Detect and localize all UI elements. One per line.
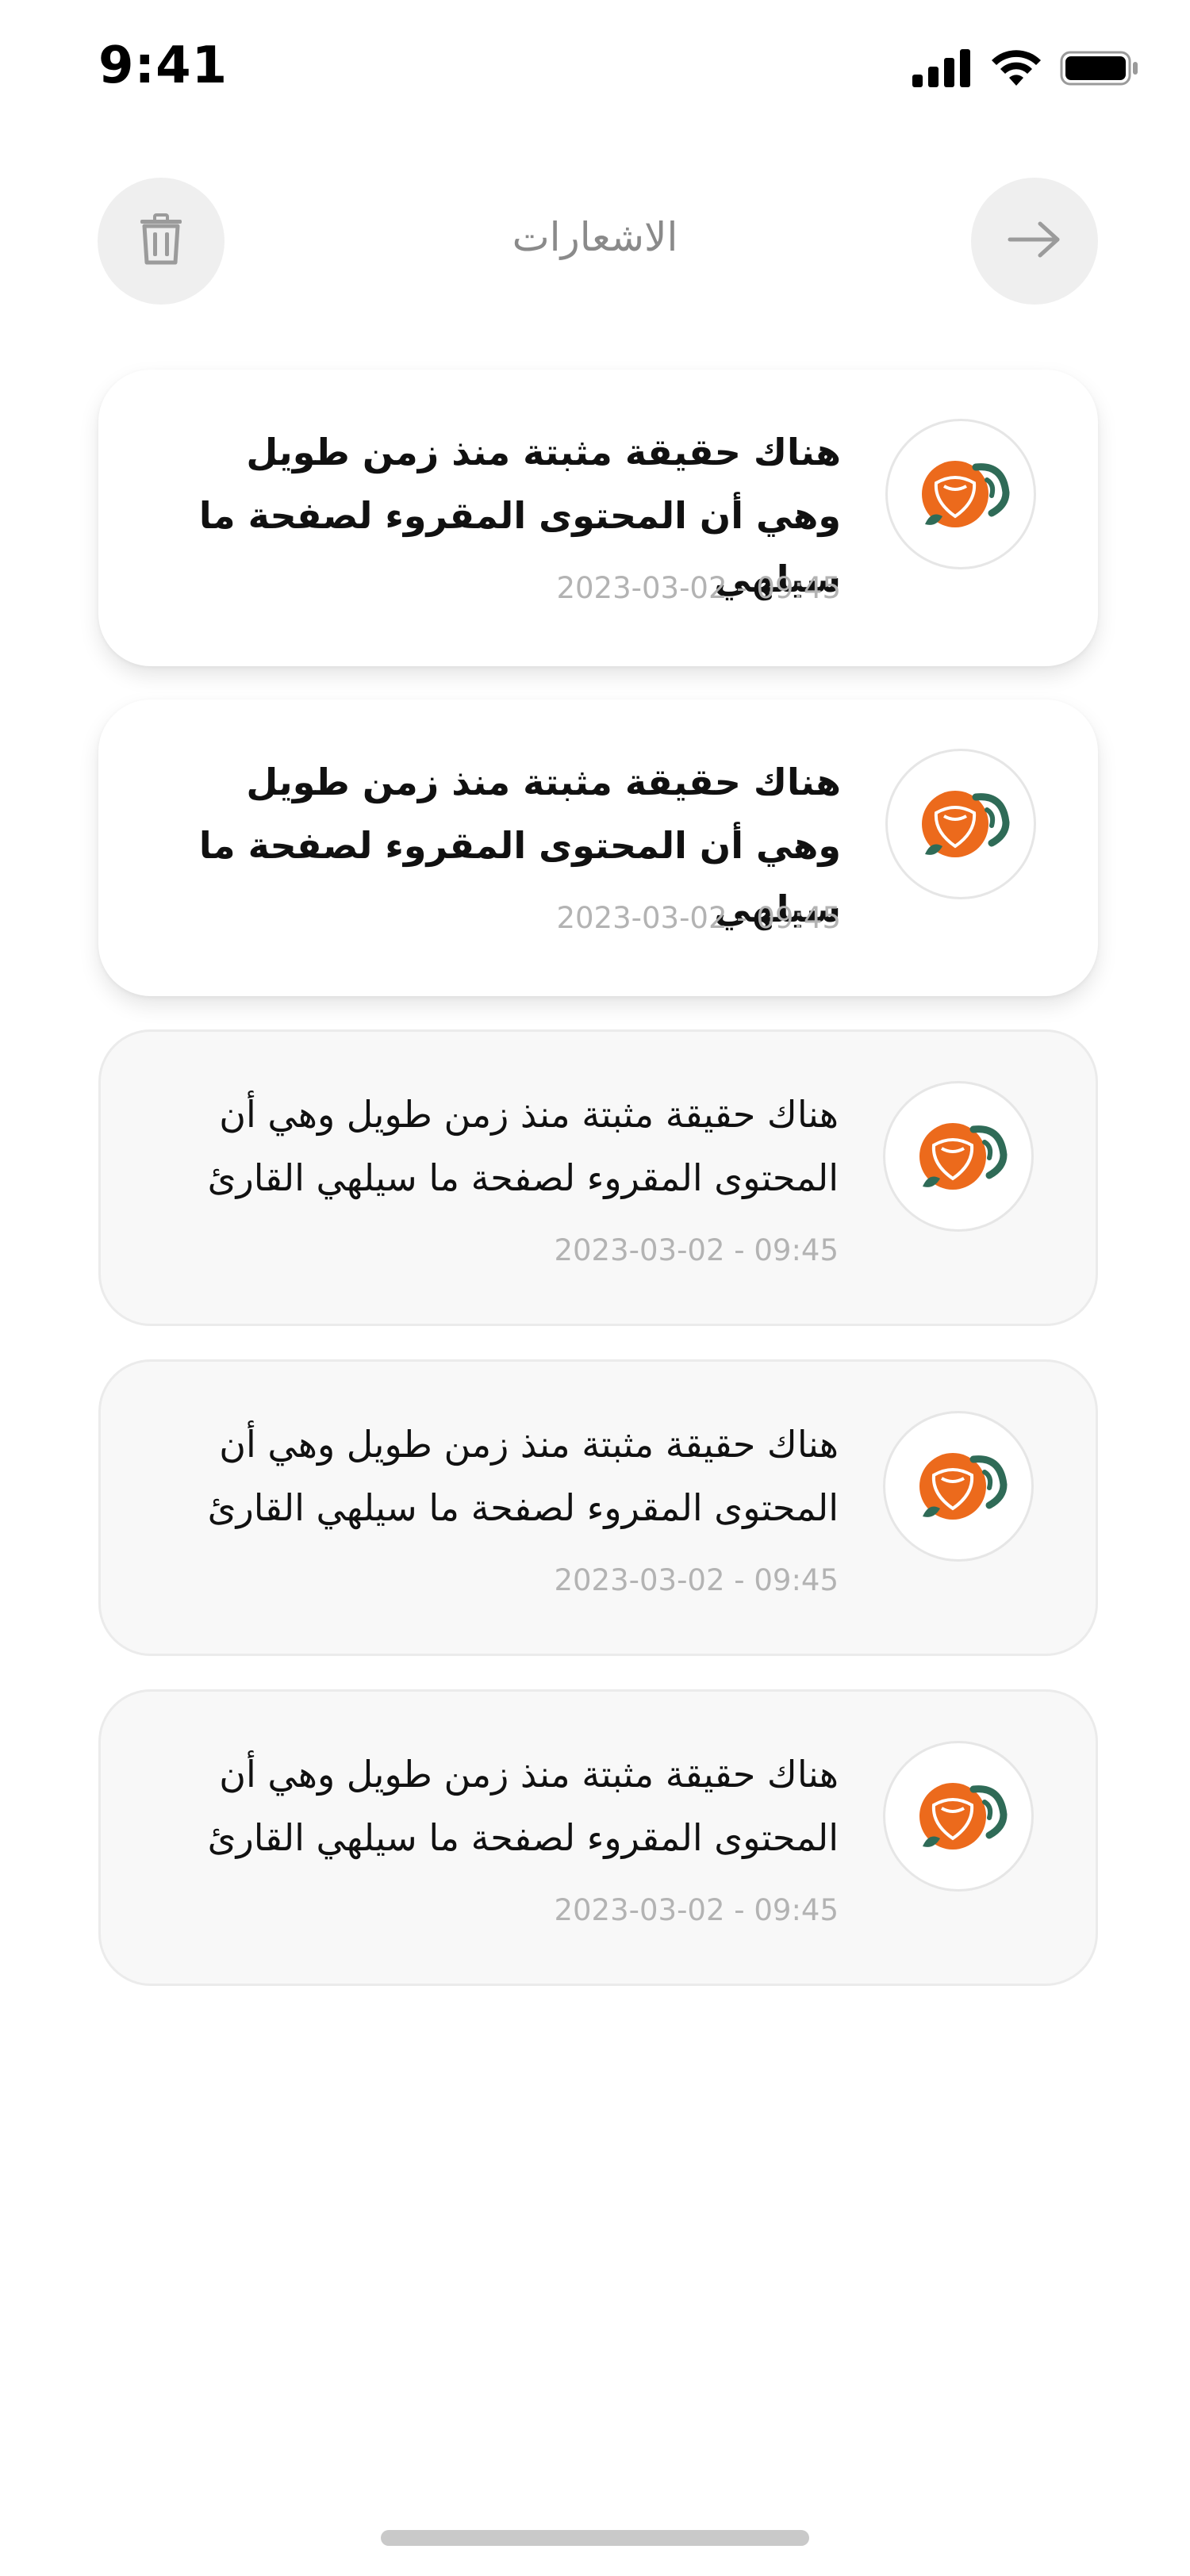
avatar <box>883 1411 1034 1562</box>
avatar <box>883 1741 1034 1892</box>
avatar <box>883 1081 1034 1232</box>
arrow-right-icon <box>1007 220 1062 263</box>
notification-timestamp: 2023-03-02 - 09:45 <box>554 1563 839 1597</box>
cellular-signal-icon <box>912 49 973 90</box>
notification-card[interactable]: هناك حقيقة مثبتة منذ زمن طويل وهي أن الم… <box>98 1689 1098 1986</box>
brand-logo-icon <box>909 775 1012 873</box>
avatar <box>885 749 1036 899</box>
battery-icon <box>1060 49 1139 90</box>
notification-card[interactable]: هناك حقيقة مثبتة منذ زمن طويل وهي أن الم… <box>98 1359 1098 1656</box>
notification-timestamp: 2023-03-02 - 09:45 <box>556 571 841 605</box>
brand-logo-icon <box>907 1767 1010 1865</box>
notification-card[interactable]: هناك حقيقة مثبتة منذ زمن طويل وهي أن الم… <box>98 700 1098 996</box>
header: الاشعارات <box>0 174 1190 308</box>
status-icons <box>912 49 1139 90</box>
brand-logo-icon <box>907 1107 1010 1206</box>
notification-text: هناك حقيقة مثبتة منذ زمن طويل وهي أن الم… <box>207 1423 839 1529</box>
notification-timestamp: 2023-03-02 - 09:45 <box>556 901 841 935</box>
notifications-list: هناك حقيقة مثبتة منذ زمن طويل وهي أن الم… <box>98 370 1098 2019</box>
notification-text: هناك حقيقة مثبتة منذ زمن طويل وهي أن الم… <box>207 1093 839 1199</box>
status-time: 9:41 <box>98 36 228 95</box>
back-button[interactable] <box>971 178 1098 305</box>
wifi-icon <box>990 49 1042 90</box>
notification-card[interactable]: هناك حقيقة مثبتة منذ زمن طويل وهي أن الم… <box>98 1029 1098 1326</box>
notification-card[interactable]: هناك حقيقة مثبتة منذ زمن طويل وهي أن الم… <box>98 370 1098 666</box>
brand-logo-icon <box>909 445 1012 543</box>
avatar <box>885 419 1036 569</box>
brand-logo-icon <box>907 1437 1010 1535</box>
home-indicator[interactable] <box>381 2530 809 2546</box>
notification-timestamp: 2023-03-02 - 09:45 <box>554 1893 839 1927</box>
notification-timestamp: 2023-03-02 - 09:45 <box>554 1233 839 1267</box>
notification-text: هناك حقيقة مثبتة منذ زمن طويل وهي أن الم… <box>207 1753 839 1859</box>
status-bar: 9:41 <box>0 0 1190 135</box>
